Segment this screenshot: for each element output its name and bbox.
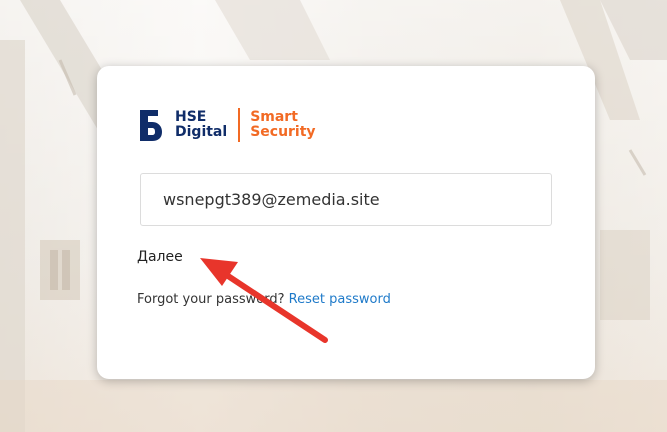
- forgot-password-text: Forgot your password?: [137, 292, 285, 307]
- hse-label: HSE: [175, 109, 207, 125]
- digital-label: Digital: [175, 124, 228, 140]
- smart-label: Smart: [250, 109, 298, 125]
- logo-divider: [238, 108, 241, 142]
- reset-password-link[interactable]: Reset password: [289, 292, 391, 307]
- forgot-password-row: Forgot your password? Reset password: [137, 292, 391, 307]
- login-card: HSE Digital Smart Security Далее Forgot …: [97, 66, 595, 379]
- hse-digital-wordmark: HSE Digital: [175, 110, 227, 140]
- next-button[interactable]: Далее: [137, 249, 183, 265]
- email-field[interactable]: [140, 173, 552, 226]
- hse-logo-icon: [140, 110, 162, 141]
- smart-security-wordmark: Smart Security: [250, 110, 315, 140]
- brand-logo: HSE Digital Smart Security: [137, 105, 316, 145]
- security-label: Security: [250, 124, 316, 140]
